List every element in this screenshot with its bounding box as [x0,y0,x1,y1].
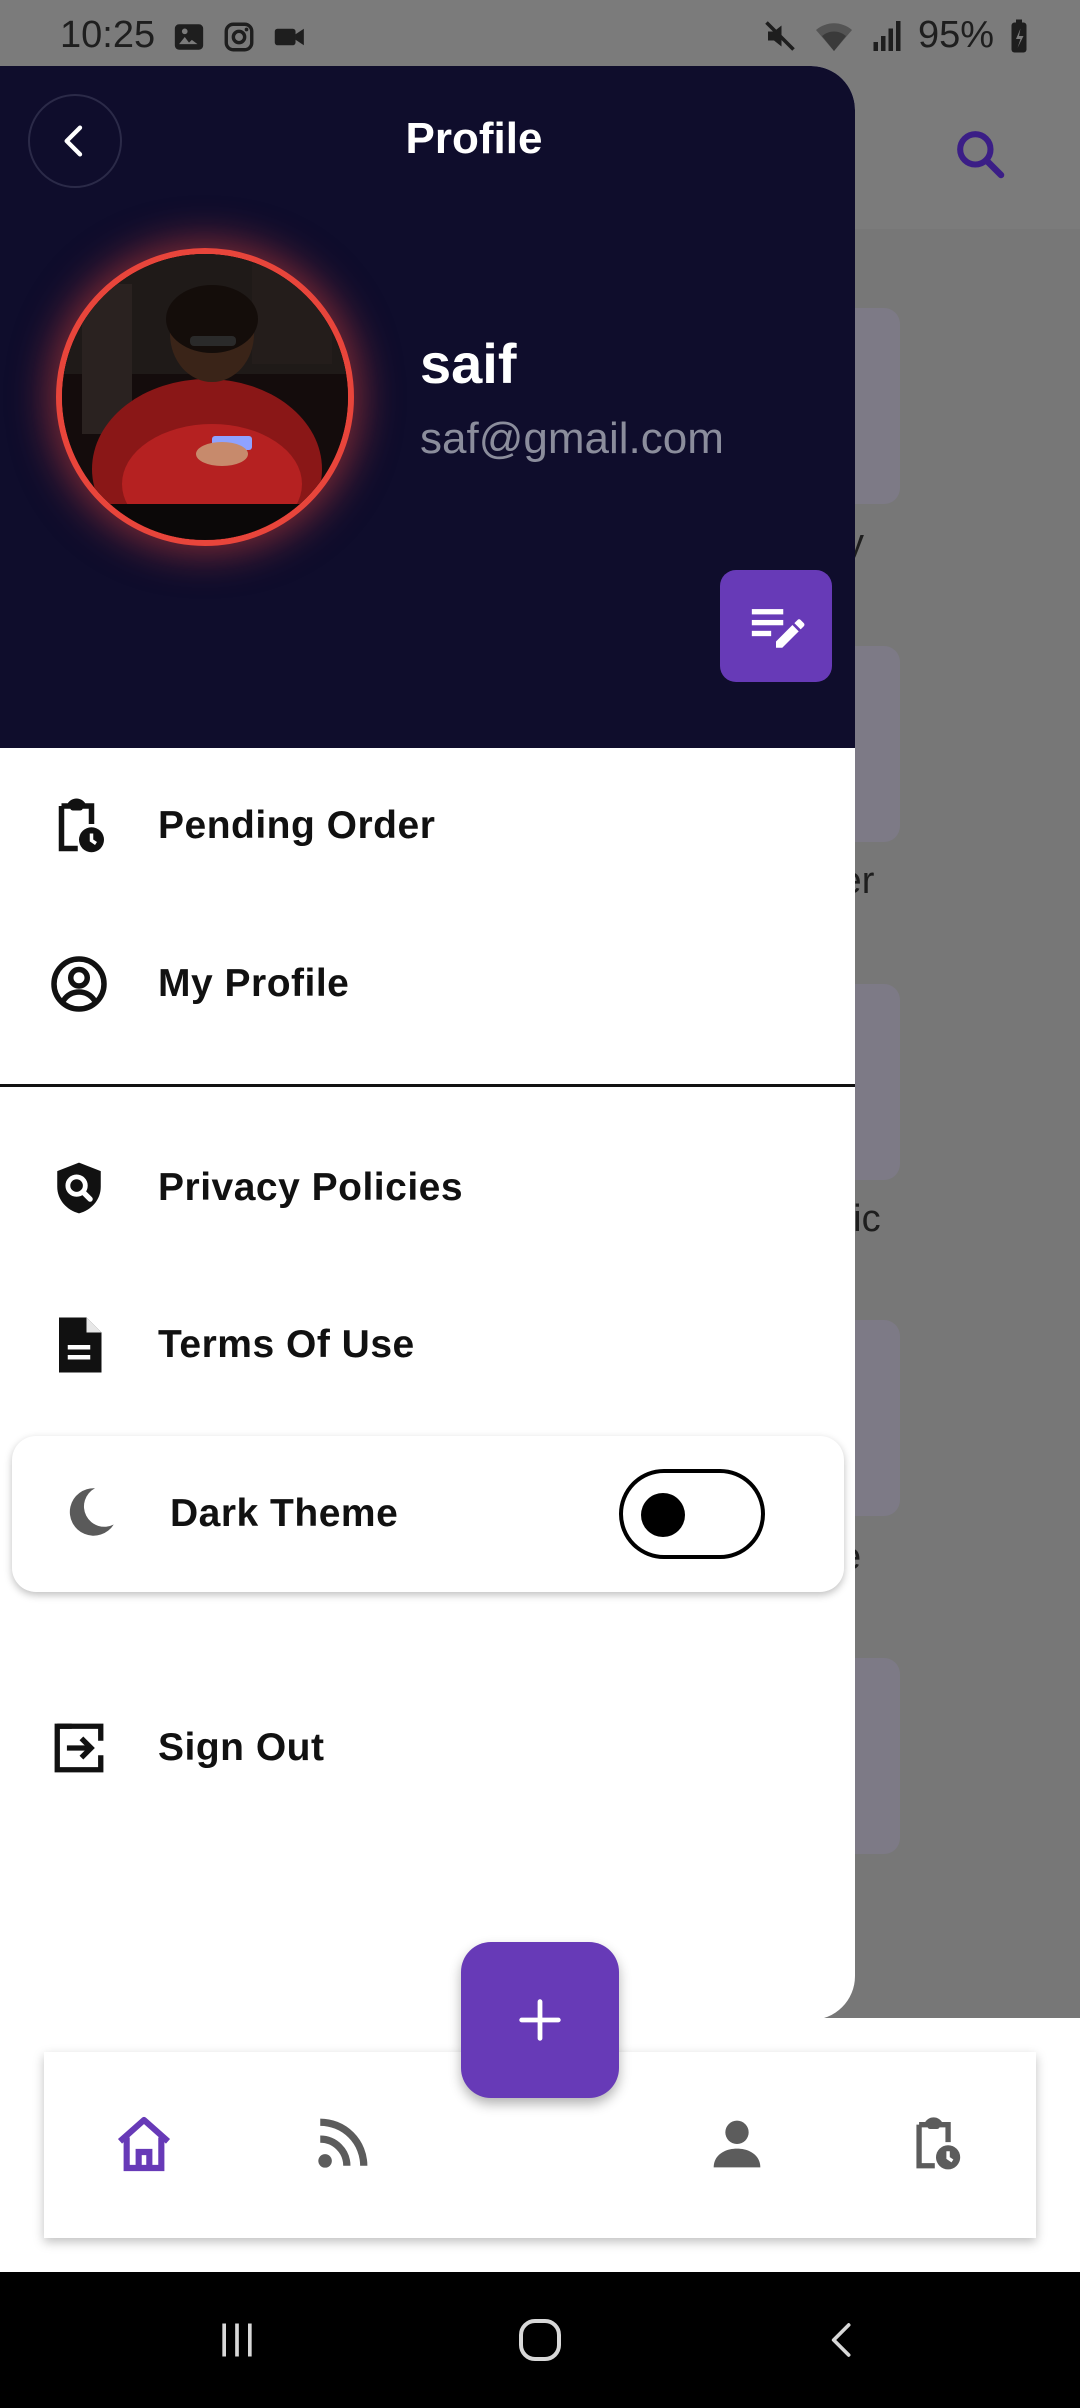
menu-item-sign-out[interactable]: Sign Out [0,1678,855,1818]
dark-theme-toggle[interactable] [619,1469,765,1559]
drawer-title: Profile [405,114,543,163]
home-system-button[interactable] [500,2310,580,2370]
dark-theme-row: Dark Theme [12,1436,844,1592]
edit-profile-button[interactable] [720,570,832,682]
status-bar: 10:25 95% [0,0,1080,74]
shield-search-icon [48,1157,110,1219]
document-icon [48,1314,110,1376]
back-system-button[interactable] [802,2310,882,2370]
nav-profile[interactable] [697,2104,777,2184]
avatar[interactable] [56,248,354,546]
clipboard-clock-icon [48,795,110,857]
add-button[interactable] [461,1942,619,2098]
account-circle-icon [48,953,110,1015]
menu-item-my-profile[interactable]: My Profile [0,914,855,1054]
menu-item-label: Privacy Policies [158,1166,464,1209]
home-icon [117,2116,171,2172]
back-chevron-icon [831,2323,851,2357]
drawer-header: Profile saif saf@gmail.com [0,66,855,748]
feed-icon [318,2118,368,2168]
plus-icon [519,1999,561,2041]
menu-item-label: Pending Order [158,804,436,847]
recent-apps-icon [222,2323,252,2357]
mute-icon [765,20,795,51]
gallery-icon [174,24,204,50]
menu-item-privacy-policies[interactable]: Privacy Policies [0,1118,855,1258]
search-icon[interactable] [952,126,1008,182]
signal-icon [873,20,901,51]
status-time: 10:25 [60,14,156,56]
person-icon [713,2120,761,2168]
avatar-photo [62,254,348,540]
moon-icon [60,1482,120,1547]
system-navigation-bar [0,2272,1080,2408]
wifi-icon [815,22,852,51]
edit-note-icon [751,609,805,648]
nav-feed[interactable] [302,2104,382,2184]
menu-item-terms-of-use[interactable]: Terms Of Use [0,1275,855,1415]
instagram-icon [224,22,254,52]
logout-icon [48,1717,110,1779]
recent-apps-button[interactable] [197,2310,277,2370]
battery-icon [1011,19,1027,52]
menu-divider [0,1084,855,1087]
menu-item-label: My Profile [158,962,350,1005]
menu-item-label: Sign Out [158,1726,325,1769]
user-name: saif [420,332,517,395]
navigation-drawer: Profile saif saf@gmail.com Pending Order… [0,66,855,2020]
clipboard-clock-icon [916,2117,961,2170]
user-email: saf@gmail.com [420,414,724,463]
video-icon [274,28,304,46]
toggle-knob [641,1493,685,1537]
home-circle-icon [519,2319,561,2361]
dark-theme-label: Dark Theme [170,1492,399,1535]
nav-orders[interactable] [896,2104,976,2184]
nav-home[interactable] [104,2104,184,2184]
menu-item-pending-order[interactable]: Pending Order [0,756,855,896]
menu-item-label: Terms Of Use [158,1323,415,1366]
battery-percent: 95% [917,14,994,56]
